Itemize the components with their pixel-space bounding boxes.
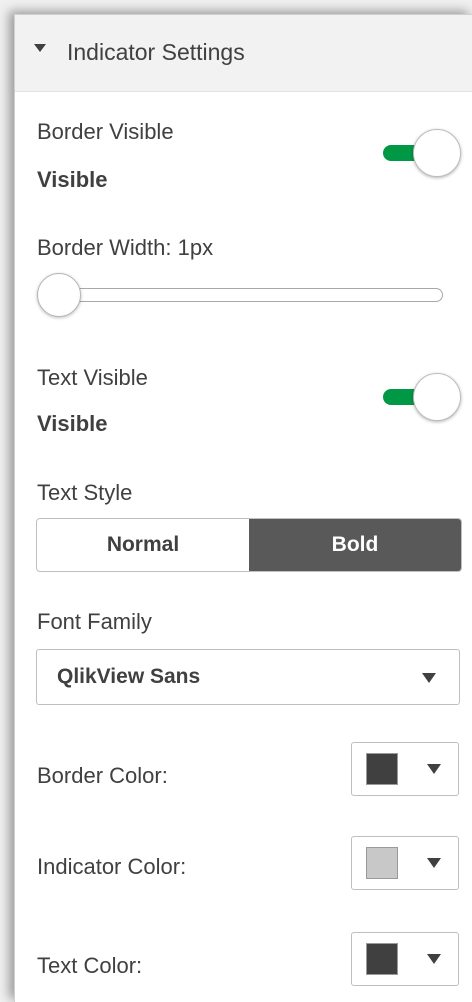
border-color-swatch	[366, 753, 398, 785]
indicator-color-picker[interactable]	[351, 836, 459, 890]
border-color-picker[interactable]	[351, 742, 459, 796]
text-visible-toggle[interactable]	[379, 371, 463, 423]
text-visible-value: Visible	[37, 411, 108, 436]
indicator-color-label: Indicator Color:	[37, 854, 187, 879]
dropdown-arrow-icon	[427, 764, 441, 774]
border-visible-label: Border Visible	[37, 119, 174, 144]
toggle-knob[interactable]	[413, 373, 461, 421]
text-style-bold-button[interactable]: Bold	[249, 519, 461, 571]
border-visible-toggle[interactable]	[379, 127, 463, 179]
border-width-slider[interactable]	[37, 273, 443, 319]
text-color-label: Text Color:	[37, 953, 143, 978]
text-color-picker[interactable]	[351, 932, 459, 986]
indicator-color-swatch	[366, 847, 398, 879]
border-color-label: Border Color:	[37, 763, 168, 788]
caret-down-icon	[34, 44, 46, 52]
slider-thumb[interactable]	[37, 273, 81, 317]
toggle-knob[interactable]	[413, 129, 461, 177]
section-header-indicator-settings[interactable]: Indicator Settings	[15, 15, 472, 92]
dropdown-arrow-icon	[427, 858, 441, 868]
font-family-value: QlikView Sans	[57, 665, 201, 688]
text-visible-label: Text Visible	[37, 365, 148, 390]
dropdown-arrow-icon	[427, 954, 441, 964]
slider-rail[interactable]	[43, 288, 443, 302]
font-family-select[interactable]: QlikView Sans	[36, 649, 460, 705]
text-style-normal-button[interactable]: Normal	[37, 519, 249, 571]
font-family-label: Font Family	[37, 609, 152, 634]
text-color-swatch	[366, 943, 398, 975]
border-visible-value: Visible	[37, 167, 108, 192]
properties-panel: Indicator Settings Border Visible Visibl…	[14, 14, 472, 1002]
text-style-segmented-control: Normal Bold	[36, 518, 462, 572]
border-width-label: Border Width: 1px	[37, 235, 214, 260]
section-title: Indicator Settings	[67, 39, 245, 65]
text-style-label: Text Style	[37, 480, 133, 505]
dropdown-arrow-icon	[422, 673, 436, 683]
